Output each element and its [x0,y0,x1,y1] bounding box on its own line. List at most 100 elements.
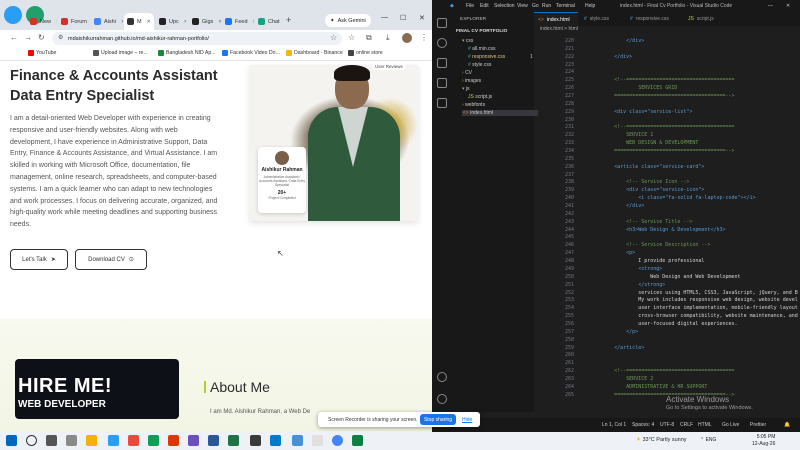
back-icon[interactable]: ← [10,33,18,42]
code-line[interactable]: <!--==================================== [578,77,798,85]
code-line[interactable] [578,360,798,368]
weather-widget[interactable]: ☀ 33°C Partly sunny [636,437,687,443]
code-line[interactable] [578,337,798,345]
code-line[interactable]: <h3>Web Design & Development</h3> [578,227,798,235]
forward-icon[interactable]: → [24,33,32,42]
code-line[interactable]: =====================================--> [578,148,798,156]
code-line[interactable]: <!--==================================== [578,124,798,132]
browser-tab[interactable]: Forum ✕ [58,13,90,30]
code-line[interactable]: SERVICE 2 [578,376,798,384]
breadcrumb[interactable]: index.html > html [534,26,578,36]
notifications-bell-icon[interactable]: 🔔 [784,422,790,428]
stop-sharing-button[interactable]: Stop sharing [420,414,456,425]
close-icon[interactable]: ✕ [56,19,57,25]
browser-tab[interactable]: Chat ✕ [255,13,285,30]
code-line[interactable]: services using HTML5, CSS3, JavaScript, … [578,290,798,298]
code-line[interactable] [578,69,798,77]
close-icon[interactable]: ✕ [253,19,254,25]
extensions-icon[interactable] [437,98,447,108]
cursor-position[interactable]: Ln 1, Col 1 [602,422,626,428]
code-line[interactable]: </div> [578,203,798,211]
menu-icon[interactable]: ⋮ [420,33,428,42]
bookmark-item[interactable]: online store [348,50,383,56]
file-item-selected[interactable]: <> index.html [462,110,538,116]
download-icon[interactable]: ⤓ [386,33,390,43]
code-line[interactable]: WEB DESIGN & DEVELOPMENT [578,140,798,148]
hide-share-banner-link[interactable]: Hide [462,417,472,423]
browser-tab-active[interactable]: M ✕ [124,13,154,30]
bookmark-item[interactable]: Facebook Video Do... [222,50,280,56]
go-live-button[interactable]: Go Live [722,422,739,428]
code-line[interactable]: Web Design and Web Development [578,274,798,282]
code-line[interactable]: user-focused digital experiences. [578,321,798,329]
explorer-icon[interactable] [437,18,447,28]
code-line[interactable] [578,117,798,125]
file-item[interactable]: # style.css [468,62,491,68]
browser-tab[interactable]: Upc ✕ [156,13,186,30]
editor-tab[interactable]: # style.css [580,12,620,26]
ask-gemini-button[interactable]: ✦ Ask Gemini [325,14,371,27]
code-line[interactable]: SERVICES GRID [578,85,798,93]
menu-view[interactable]: View [517,3,528,9]
code-line[interactable]: </article> [578,345,798,353]
menu-selection[interactable]: Selection [494,3,515,9]
code-line[interactable] [578,211,798,219]
close-icon[interactable]: ✕ [147,19,151,25]
file-item[interactable]: ▾ css [462,38,473,44]
code-line[interactable] [578,172,798,180]
edge-icon[interactable] [148,435,159,446]
close-window-icon[interactable]: ✕ [786,3,790,9]
file-item[interactable]: › CV [462,70,472,76]
code-line[interactable]: <!-- Service Icon --> [578,179,798,187]
code-line[interactable] [578,352,798,360]
menu-terminal[interactable]: Terminal [556,3,575,9]
editor-tab[interactable]: JS script.js [684,12,724,26]
app-icon[interactable] [168,435,179,446]
code-line[interactable]: <p> [578,250,798,258]
close-icon[interactable]: ✕ [184,19,186,25]
code-line[interactable]: My work includes responsive web design, … [578,297,798,305]
app-icon[interactable] [312,435,323,446]
menu-go[interactable]: Go [532,3,539,9]
profile-avatar[interactable] [402,33,412,43]
code-line[interactable]: <i class="fa-solid fa-laptop-code"></i> [578,195,798,203]
excel-icon[interactable] [228,435,239,446]
settings-gear-icon[interactable] [437,394,447,404]
app-icon[interactable] [250,435,261,446]
system-tray[interactable]: ⌃ ENG [700,437,716,443]
close-icon[interactable]: ✕ [121,19,123,25]
code-line[interactable]: =====================================--> [578,93,798,101]
start-icon[interactable] [6,435,17,446]
code-editor[interactable]: </div> </div> <!--======================… [578,38,798,400]
close-window-icon[interactable]: ✕ [419,14,425,22]
prettier-status[interactable]: Prettier [750,422,766,428]
code-line[interactable]: cross-browser compatibility, website mai… [578,313,798,321]
minimize-icon[interactable]: — [768,3,773,9]
code-line[interactable] [578,46,798,54]
browser-tab[interactable]: Gigs ✕ [189,13,221,30]
file-item[interactable]: JS script.js [468,94,492,100]
code-line[interactable]: <!-- Service Title --> [578,219,798,227]
bookmark-item[interactable]: Upload image – re... [93,50,148,56]
bookmark-item[interactable]: Dashboard - Binance [286,50,343,56]
code-line[interactable]: <!--==================================== [578,368,798,376]
task-view-icon[interactable] [46,435,57,446]
line-ending[interactable]: CRLF [680,422,693,428]
reload-icon[interactable]: ↻ [38,33,45,42]
menu-help[interactable]: Help [585,3,595,9]
file-item[interactable]: # responsive.css 1 [468,54,533,60]
code-line[interactable] [578,101,798,109]
vscode-icon[interactable] [270,435,281,446]
code-line[interactable]: <div class="service-icon"> [578,187,798,195]
browser-tab[interactable]: Aishi ✕ [91,13,123,30]
menu-file[interactable]: File [466,3,474,9]
account-icon[interactable] [437,372,447,382]
download-cv-button[interactable]: Download CV ⊙ [75,249,147,270]
code-line[interactable]: <article class="service-card"> [578,164,798,172]
indentation[interactable]: Spaces: 4 [632,422,654,428]
code-line[interactable]: I provide professional [578,258,798,266]
search-icon[interactable] [437,38,447,48]
user-reviews-badge[interactable]: User Reviews [372,63,406,70]
bookmark-item[interactable]: YouTube [28,50,56,56]
search-icon[interactable] [26,435,37,446]
